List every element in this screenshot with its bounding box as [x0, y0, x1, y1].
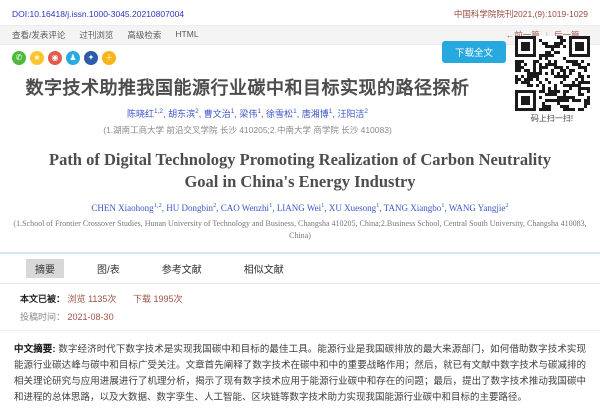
author-link[interactable]: XU Xuesong1	[329, 203, 380, 213]
nav-link-3[interactable]: HTML	[175, 29, 198, 41]
qr-code-box: 码上扫一扫!	[512, 36, 592, 124]
journal-citation: 中国科学院院刊2021,(9):1019-1029	[454, 8, 588, 20]
nav-link-1[interactable]: 过刊浏览	[79, 29, 113, 41]
author-link[interactable]: 唐湘博1	[302, 109, 333, 119]
article-title-en: Path of Digital Technology Promoting Rea…	[48, 149, 553, 194]
wechat-share-icon[interactable]: ✆	[12, 51, 26, 65]
abstract-zh: 中文摘要: 数字经济时代下数字技术是实现我国碳中和目标的最佳工具。能源行业是我国…	[0, 331, 600, 407]
stats-line: 本文已被： 浏览 1135次 下载 1995次	[20, 292, 600, 305]
author-link[interactable]: WANG Yangjie2	[449, 203, 509, 213]
author-link[interactable]: 汪阳洁2	[337, 109, 368, 119]
tab-bar: 摘要 图/表 参考文献 相似文献	[0, 252, 600, 284]
share-icons-row: ✆ ★ ◉ ♟ ✦ ＋	[0, 45, 600, 67]
qq-share-icon[interactable]: ♟	[66, 51, 80, 65]
abstract-label: 中文摘要:	[14, 344, 56, 355]
author-link[interactable]: 陈晓红1,2	[127, 109, 163, 119]
authors-zh: 陈晓红1,2, 胡东滨2, 曹文治1, 梁伟1, 徐雪松1, 唐湘博1, 汪阳洁…	[0, 107, 495, 120]
article-stats: 本文已被： 浏览 1135次 下载 1995次 投稿时间： 2021-08-30	[0, 284, 600, 331]
affiliation-zh: (1.湖南工商大学 前沿交叉学院 长沙 410205;2.中南大学 商学院 长沙…	[0, 124, 495, 136]
author-link[interactable]: 曹文治1	[204, 109, 235, 119]
qr-caption: 码上扫一扫!	[512, 113, 592, 124]
author-link[interactable]: TANG Xiangbo1	[384, 203, 445, 213]
toolbar-nav: 查看/发表评论过刊浏览高级检索HTML ←前一篇 | 后一篇→	[0, 25, 600, 45]
keywords-zh: 中文关键词: 数字技术碳中和能源行业路径	[0, 406, 600, 411]
author-link[interactable]: LIANG Wei1	[277, 203, 325, 213]
tab-abstract[interactable]: 摘要	[26, 259, 64, 278]
nav-link-2[interactable]: 高级检索	[127, 29, 161, 41]
qr-code	[512, 36, 592, 111]
author-link[interactable]: 胡东滨2	[168, 109, 199, 119]
tab-similar[interactable]: 相似文献	[235, 259, 293, 278]
downloads-stat: 下载 1995次	[133, 294, 183, 304]
nav-link-0[interactable]: 查看/发表评论	[12, 29, 65, 41]
article-page: DOI:10.16418/j.issn.1000-3045.2021080700…	[0, 0, 600, 411]
affiliation-en: (1.School of Frontier Crossover Studies,…	[8, 218, 593, 242]
qzone-share-icon[interactable]: ★	[30, 51, 44, 65]
english-header-block: Path of Digital Technology Promoting Rea…	[0, 149, 600, 242]
nav-links: 查看/发表评论 过刊浏览 高级检索 HTML	[12, 29, 199, 41]
author-link[interactable]: 梁伟1	[239, 109, 261, 119]
doi-row: DOI:10.16418/j.issn.1000-3045.2021080700…	[0, 0, 600, 22]
douban-share-icon[interactable]: ✦	[84, 51, 98, 65]
stats-label: 本文已被：	[20, 294, 65, 304]
author-link[interactable]: HU Dongbin2	[166, 203, 216, 213]
tab-references[interactable]: 参考文献	[153, 259, 211, 278]
author-link[interactable]: 徐雪松1	[266, 109, 297, 119]
article-title-zh: 数字技术助推我国能源行业碳中和目标实现的路径探析	[0, 74, 495, 100]
download-fulltext-button[interactable]: 下载全文	[442, 41, 506, 63]
views-stat: 浏览 1135次	[68, 294, 117, 304]
doi-link[interactable]: DOI:10.16418/j.issn.1000-3045.2021080700…	[12, 9, 184, 19]
weibo-share-icon[interactable]: ◉	[48, 51, 62, 65]
submit-date-label: 投稿时间：	[20, 312, 65, 322]
chinese-header-block: 数字技术助推我国能源行业碳中和目标实现的路径探析 陈晓红1,2, 胡东滨2, 曹…	[0, 74, 495, 136]
author-link[interactable]: CHEN Xiaohong1,2	[91, 203, 161, 213]
submit-date-value: 2021-08-30	[68, 312, 114, 322]
authors-en: CHEN Xiaohong1,2, HU Dongbin2, CAO Wenzh…	[0, 202, 600, 213]
submit-date-line: 投稿时间： 2021-08-30	[20, 310, 600, 323]
more-share-icon[interactable]: ＋	[102, 51, 116, 65]
abstract-text: 数字经济时代下数字技术是实现我国碳中和目标的最佳工具。能源行业是我国碳排放的最大…	[14, 344, 586, 403]
tab-figures[interactable]: 图/表	[88, 259, 129, 278]
author-link[interactable]: CAO Wenzhi1	[221, 203, 273, 213]
